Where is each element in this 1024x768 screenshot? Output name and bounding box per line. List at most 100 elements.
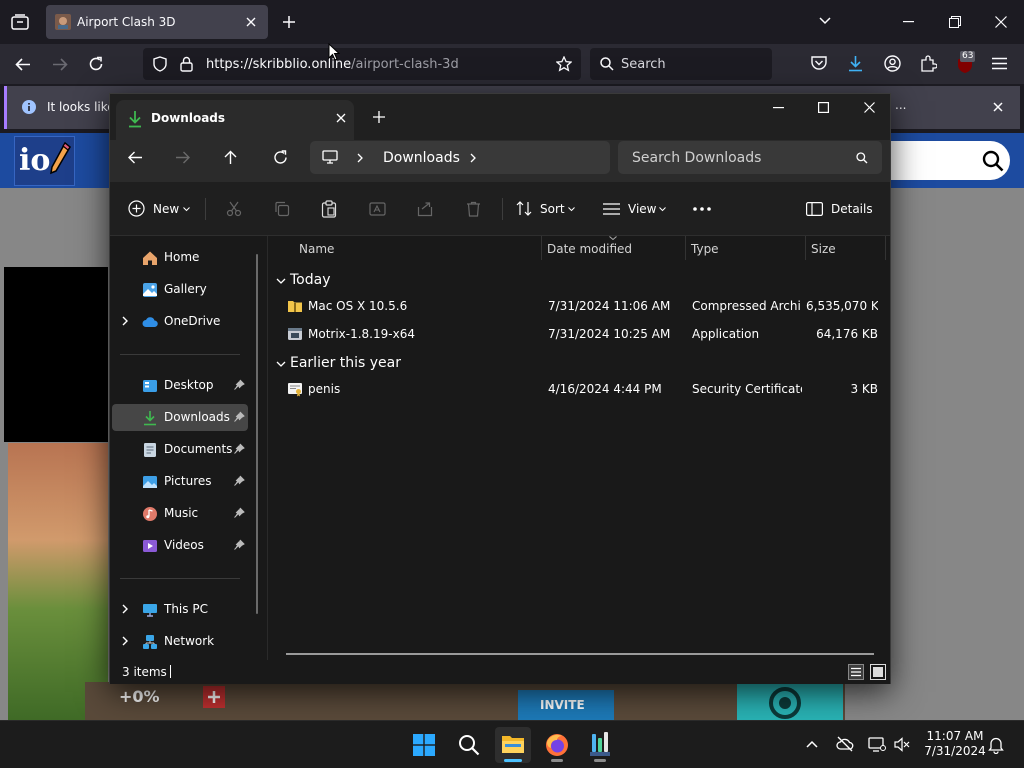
explorer-close-window-icon[interactable] — [864, 102, 875, 113]
explorer-up-icon[interactable] — [224, 150, 237, 165]
taskbar-firefox[interactable] — [539, 727, 575, 763]
details-pane-button[interactable]: Details — [806, 196, 876, 222]
sidebar-item-downloads[interactable]: Downloads — [112, 404, 248, 431]
padlock-icon[interactable] — [180, 56, 193, 72]
breadcrumb-chevron-icon[interactable] — [357, 153, 363, 163]
pin-icon[interactable] — [233, 475, 245, 487]
horizontal-scrollbar[interactable] — [286, 653, 874, 655]
collapse-chevron-icon[interactable] — [276, 276, 286, 286]
expand-chevron-icon[interactable] — [120, 316, 130, 326]
sort-button[interactable]: Sort — [516, 196, 578, 222]
notifications-bell-icon[interactable] — [988, 737, 1004, 754]
pin-icon[interactable] — [233, 507, 245, 519]
more-options-ellipsis-icon[interactable] — [693, 207, 711, 211]
pin-icon[interactable] — [233, 443, 245, 455]
column-header-date-modified[interactable]: Date modified — [547, 242, 632, 256]
this-pc-monitor-icon[interactable] — [322, 150, 338, 164]
new-button[interactable]: New — [128, 196, 194, 222]
sidebar-scrollbar[interactable] — [256, 254, 258, 614]
cut-icon[interactable] — [226, 201, 242, 217]
sidebar-item-videos[interactable]: Videos — [112, 532, 248, 559]
group-header-today[interactable]: Today — [276, 270, 576, 292]
rename-icon[interactable] — [369, 201, 386, 217]
file-row[interactable]: Mac OS X 10.5.6 7/31/2024 11:06 AM Compr… — [268, 294, 888, 318]
column-separator[interactable] — [685, 236, 686, 260]
ublock-extension-button[interactable]: 63 — [955, 51, 977, 75]
details-view-icon[interactable] — [848, 664, 864, 680]
tab-list-icon[interactable] — [11, 14, 29, 30]
delete-trash-icon[interactable] — [466, 201, 481, 217]
close-tab-icon[interactable] — [246, 17, 256, 27]
explorer-back-icon[interactable] — [128, 151, 143, 164]
pin-icon[interactable] — [233, 539, 245, 551]
account-icon[interactable] — [884, 55, 901, 72]
invite-button[interactable]: INVITE — [518, 690, 614, 720]
tracking-protection-shield-icon[interactable] — [153, 56, 167, 72]
reload-icon[interactable] — [88, 56, 104, 72]
explorer-search-box[interactable]: Search Downloads — [618, 141, 882, 174]
downloads-arrow-icon[interactable] — [848, 55, 863, 72]
sidebar-item-home[interactable]: Home — [112, 244, 248, 271]
url-bar[interactable]: https://skribblio.online/airport-clash-3… — [143, 48, 581, 80]
expand-chevron-icon[interactable] — [120, 604, 130, 614]
sidebar-item-music[interactable]: Music — [112, 500, 248, 527]
back-arrow-icon[interactable] — [15, 58, 31, 71]
address-bar[interactable]: Downloads — [310, 141, 610, 174]
breadcrumb-downloads[interactable]: Downloads — [383, 150, 460, 166]
column-header-type[interactable]: Type — [691, 242, 719, 256]
pocket-icon[interactable] — [811, 56, 827, 71]
breadcrumb-chevron-end-icon[interactable] — [470, 153, 476, 163]
column-header-size[interactable]: Size — [811, 242, 836, 256]
onedrive-tray-icon[interactable] — [836, 736, 854, 752]
close-window-icon[interactable] — [995, 16, 1007, 28]
share-icon[interactable] — [417, 201, 433, 217]
paste-icon[interactable] — [321, 200, 337, 218]
browser-tab-active[interactable]: Airport Clash 3D — [46, 5, 268, 39]
pin-icon[interactable] — [233, 411, 245, 423]
sidebar-item-this-pc[interactable]: This PC — [112, 596, 248, 623]
sidebar-item-gallery[interactable]: Gallery — [112, 276, 248, 303]
explorer-new-tab-icon[interactable] — [373, 111, 385, 123]
sidebar-item-desktop[interactable]: Desktop — [112, 372, 248, 399]
explorer-maximize-icon[interactable] — [818, 102, 829, 113]
column-separator[interactable] — [885, 236, 886, 260]
forward-arrow-icon[interactable] — [52, 58, 68, 71]
taskbar-search-button[interactable] — [451, 727, 487, 763]
volume-muted-icon[interactable] — [894, 737, 910, 752]
explorer-tab-downloads[interactable]: Downloads — [116, 100, 354, 140]
explorer-refresh-icon[interactable] — [273, 150, 288, 165]
network-status-icon[interactable] — [868, 737, 886, 752]
extensions-puzzle-icon[interactable] — [920, 55, 937, 72]
explorer-forward-icon[interactable] — [175, 151, 190, 164]
file-row[interactable]: Motrix-1.8.19-x64 7/31/2024 10:25 AM App… — [268, 322, 888, 346]
taskbar-clock[interactable]: 11:07 AM 7/31/2024 — [920, 729, 990, 759]
app-menu-hamburger-icon[interactable] — [992, 57, 1007, 70]
column-separator[interactable] — [541, 236, 542, 260]
browser-search-box[interactable]: Search — [590, 48, 772, 80]
view-button[interactable]: View — [603, 196, 669, 222]
list-all-tabs-chevron-icon[interactable] — [819, 16, 831, 26]
notification-close-icon[interactable] — [993, 102, 1003, 112]
copy-icon[interactable] — [274, 201, 290, 217]
tiles-view-icon[interactable] — [870, 664, 886, 680]
group-header-earlier-this-year[interactable]: Earlier this year — [276, 353, 576, 375]
column-header-name[interactable]: Name — [299, 242, 334, 256]
sidebar-item-pictures[interactable]: Pictures — [112, 468, 248, 495]
show-hidden-icons-chevron-icon[interactable] — [806, 740, 818, 748]
sidebar-item-network[interactable]: Network — [112, 628, 248, 655]
collapse-chevron-icon[interactable] — [276, 359, 286, 369]
minimize-window-icon[interactable] — [903, 21, 914, 23]
taskbar-file-explorer[interactable] — [495, 727, 531, 763]
site-search-box[interactable] — [886, 141, 1010, 180]
restore-window-icon[interactable] — [949, 16, 961, 28]
start-button[interactable] — [406, 727, 442, 763]
bookmark-star-icon[interactable] — [556, 56, 572, 72]
taskbar-app[interactable] — [582, 727, 618, 763]
site-logo[interactable]: io — [14, 136, 75, 186]
expand-chevron-icon[interactable] — [120, 636, 130, 646]
sidebar-item-documents[interactable]: Documents — [112, 436, 248, 463]
column-separator[interactable] — [805, 236, 806, 260]
file-row[interactable]: penis 4/16/2024 4:44 PM Security Certifi… — [268, 377, 888, 401]
pin-icon[interactable] — [233, 379, 245, 391]
new-tab-plus-icon[interactable] — [283, 16, 295, 28]
